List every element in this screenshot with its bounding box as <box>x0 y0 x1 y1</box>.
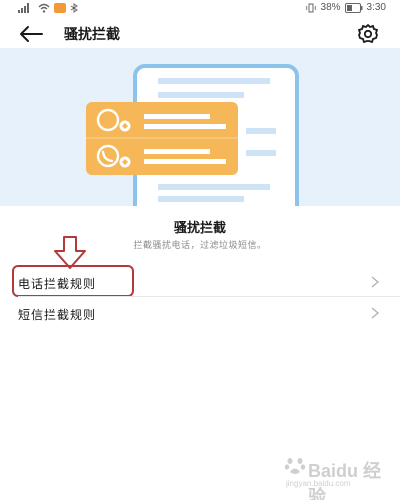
section-title: 骚扰拦截 <box>173 221 226 236</box>
phone-illustration <box>86 64 299 206</box>
paw-logo-icon <box>284 458 306 474</box>
status-bar-right: 38% 3:30 <box>305 2 386 13</box>
app-header: 骚扰拦截 <box>0 18 400 50</box>
chevron-right-icon <box>371 307 380 319</box>
page-title: 骚扰拦截 <box>64 27 120 43</box>
signal-icon <box>18 3 29 13</box>
sms-block-rules-label: 短信拦截规则 <box>18 308 97 322</box>
annotation-highlight-box <box>12 265 134 297</box>
back-button[interactable] <box>18 22 44 46</box>
gear-icon <box>357 23 379 44</box>
status-bar-left <box>18 3 78 13</box>
status-time: 3:30 <box>366 2 386 13</box>
status-bar: 38% 3:30 <box>0 0 400 18</box>
battery-percent: 38% <box>320 2 341 13</box>
sms-block-rules-item[interactable]: 短信拦截规则 <box>0 299 400 329</box>
chevron-right-icon <box>371 276 380 288</box>
notification-badge-icon <box>54 3 66 13</box>
settings-button[interactable] <box>356 22 380 46</box>
battery-icon <box>344 2 363 13</box>
list-divider <box>18 296 400 297</box>
vibrate-icon <box>305 3 316 12</box>
watermark-url-text: jingyan.baidu.com <box>286 479 351 488</box>
back-arrow-icon <box>20 26 43 42</box>
hero-illustration <box>0 48 400 206</box>
baidu-watermark: Baidu 经验 jingyan.baidu.com <box>282 451 382 500</box>
wifi-icon <box>38 3 50 13</box>
bluetooth-icon <box>70 3 78 13</box>
